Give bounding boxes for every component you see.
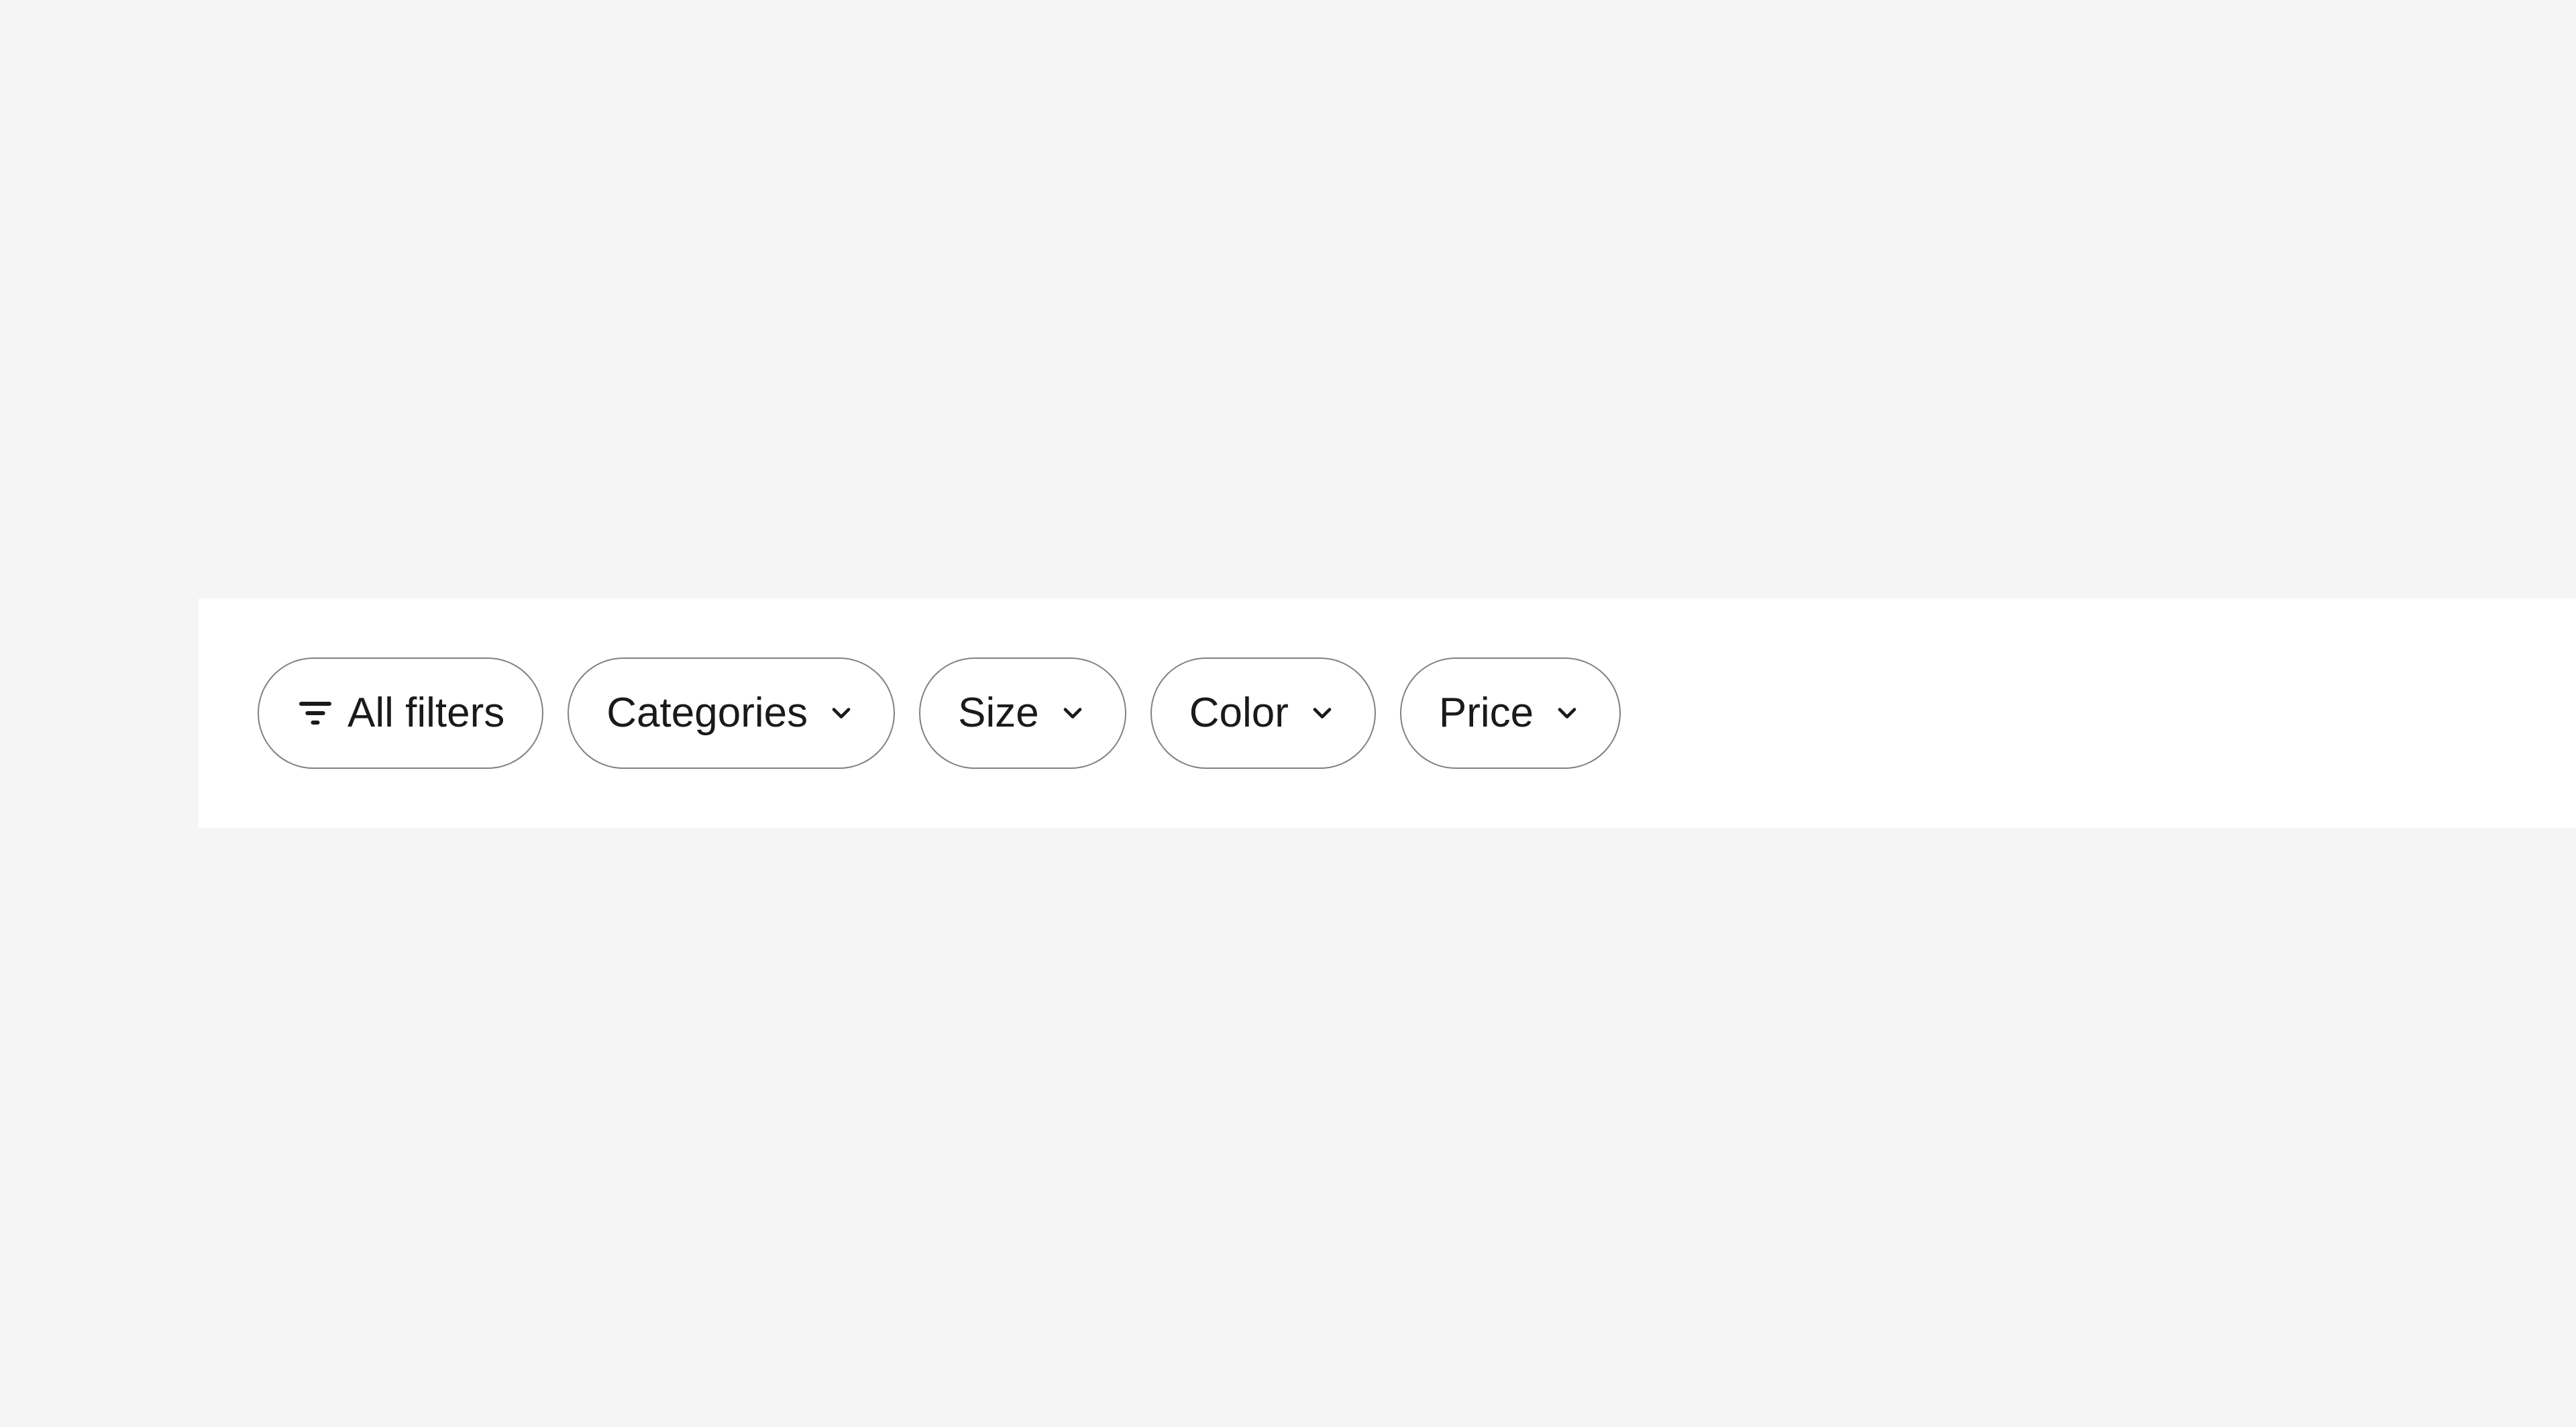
filter-bar: All filters Categories Size Color Price xyxy=(199,598,2576,828)
filter-chip-color[interactable]: Color xyxy=(1150,657,1376,769)
chevron-down-icon xyxy=(1552,698,1582,728)
filter-chip-price[interactable]: Price xyxy=(1400,657,1621,769)
filter-icon xyxy=(297,694,334,732)
chevron-down-icon xyxy=(826,698,856,728)
filter-chip-label: Categories xyxy=(606,692,808,734)
filter-chip-categories[interactable]: Categories xyxy=(568,657,895,769)
all-filters-label: All filters xyxy=(347,692,504,734)
filter-chip-label: Size xyxy=(958,692,1039,734)
chevron-down-icon xyxy=(1307,698,1337,728)
chevron-down-icon xyxy=(1058,698,1087,728)
all-filters-button[interactable]: All filters xyxy=(258,657,543,769)
filter-chip-size[interactable]: Size xyxy=(919,657,1126,769)
filter-chip-label: Price xyxy=(1439,692,1534,734)
filter-chip-label: Color xyxy=(1189,692,1289,734)
